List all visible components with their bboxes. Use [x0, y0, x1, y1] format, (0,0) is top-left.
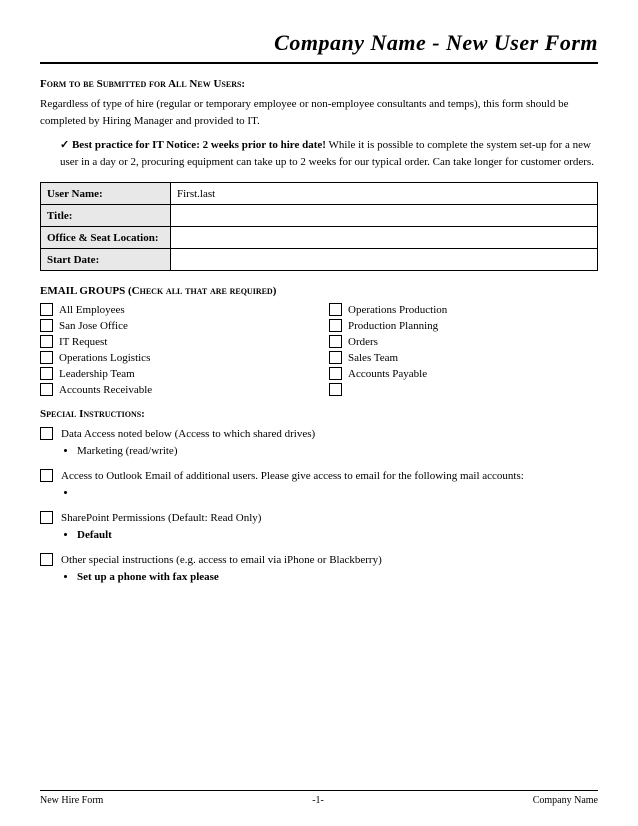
footer-left: New Hire Form: [40, 795, 103, 806]
email-groups-section: EMAIL GROUPS (Check all that are require…: [40, 285, 598, 396]
table-value-cell: [171, 205, 598, 227]
page-title: Company Name - New User Form: [40, 30, 598, 64]
table-value-cell: [171, 249, 598, 271]
table-value-cell: First.last: [171, 183, 598, 205]
checkbox[interactable]: [40, 335, 53, 348]
email-group-label: Accounts Payable: [348, 368, 427, 380]
special-instruction-item: Other special instructions (e.g. access …: [40, 552, 598, 586]
email-group-label: Leadership Team: [59, 368, 135, 380]
email-group-item[interactable]: [329, 383, 598, 396]
checkbox[interactable]: [40, 553, 53, 566]
email-group-item[interactable]: Accounts Payable: [329, 367, 598, 380]
checkbox[interactable]: [329, 383, 342, 396]
email-group-label: Sales Team: [348, 352, 398, 364]
checkbox[interactable]: [40, 427, 53, 440]
email-group-item[interactable]: Accounts Receivable: [40, 383, 309, 396]
table-label-cell: Start Date:: [41, 249, 171, 271]
special-item-text: Data Access noted below (Access to which…: [61, 428, 315, 440]
special-item-content: SharePoint Permissions (Default: Read On…: [61, 510, 598, 544]
email-group-item[interactable]: All Employees: [40, 303, 309, 316]
checkbox[interactable]: [329, 303, 342, 316]
checkbox[interactable]: [329, 367, 342, 380]
email-group-item[interactable]: Production Planning: [329, 319, 598, 332]
table-row: Office & Seat Location:: [41, 227, 598, 249]
checkbox[interactable]: [40, 303, 53, 316]
table-label-cell: User Name:: [41, 183, 171, 205]
email-group-label: Production Planning: [348, 320, 438, 332]
checkbox[interactable]: [40, 367, 53, 380]
email-group-item[interactable]: Sales Team: [329, 351, 598, 364]
email-group-label: Orders: [348, 336, 378, 348]
email-group-label: Accounts Receivable: [59, 384, 152, 396]
email-group-label: IT Request: [59, 336, 107, 348]
special-item-bullet: Marketing (read/write): [77, 443, 598, 461]
special-item-content: Data Access noted below (Access to which…: [61, 426, 598, 460]
table-value-cell: [171, 227, 598, 249]
best-practice-highlight: 2 weeks prior to hire date!: [203, 139, 326, 151]
checkbox[interactable]: [329, 319, 342, 332]
email-group-label: All Employees: [59, 304, 125, 316]
best-practice-checkmark: ✓: [60, 139, 72, 151]
special-item-bullet: Default: [77, 527, 598, 545]
special-item-bullet: Set up a phone with fax please: [77, 569, 598, 587]
checkbox[interactable]: [40, 511, 53, 524]
form-header: Form to be Submitted for All New Users:: [40, 78, 598, 90]
special-instructions-header: Special Instructions:: [40, 408, 598, 420]
special-item-bullet: [77, 485, 598, 503]
special-instruction-item: Data Access noted below (Access to which…: [40, 426, 598, 460]
footer-right: Company Name: [533, 795, 598, 806]
email-group-item[interactable]: Operations Logistics: [40, 351, 309, 364]
email-group-label: San Jose Office: [59, 320, 128, 332]
special-item-text: Other special instructions (e.g. access …: [61, 554, 382, 566]
best-practice-label: Best practice for IT Notice:: [72, 139, 200, 151]
email-group-label: Operations Production: [348, 304, 447, 316]
special-item-content: Other special instructions (e.g. access …: [61, 552, 598, 586]
footer-center: -1-: [312, 795, 324, 806]
email-groups-right-col: Operations Production Production Planning…: [329, 303, 598, 396]
page-footer: New Hire Form -1- Company Name: [40, 790, 598, 806]
email-group-item[interactable]: Orders: [329, 335, 598, 348]
table-row: Start Date:: [41, 249, 598, 271]
email-group-item[interactable]: Operations Production: [329, 303, 598, 316]
table-label-cell: Title:: [41, 205, 171, 227]
email-group-item[interactable]: Leadership Team: [40, 367, 309, 380]
table-label-cell: Office & Seat Location:: [41, 227, 171, 249]
email-groups-grid: All Employees San Jose Office IT Request Op…: [40, 303, 598, 396]
special-instructions-section: Special Instructions: Data Access noted …: [40, 408, 598, 586]
user-info-table: User Name:First.lastTitle:Office & Seat …: [40, 182, 598, 271]
checkbox[interactable]: [40, 351, 53, 364]
table-row: Title:: [41, 205, 598, 227]
checkbox[interactable]: [329, 351, 342, 364]
special-instruction-item: SharePoint Permissions (Default: Read On…: [40, 510, 598, 544]
special-item-text: SharePoint Permissions (Default: Read On…: [61, 512, 261, 524]
best-practice: ✓ Best practice for IT Notice: 2 weeks p…: [60, 137, 598, 170]
email-group-item[interactable]: San Jose Office: [40, 319, 309, 332]
table-row: User Name:First.last: [41, 183, 598, 205]
checkbox[interactable]: [40, 319, 53, 332]
intro-text: Regardless of type of hire (regular or t…: [40, 96, 598, 129]
email-groups-header: EMAIL GROUPS (Check all that are require…: [40, 285, 598, 297]
email-groups-left-col: All Employees San Jose Office IT Request Op…: [40, 303, 309, 396]
checkbox[interactable]: [40, 383, 53, 396]
special-instruction-item: Access to Outlook Email of additional us…: [40, 468, 598, 502]
special-item-text: Access to Outlook Email of additional us…: [61, 470, 524, 482]
checkbox[interactable]: [329, 335, 342, 348]
checkbox[interactable]: [40, 469, 53, 482]
email-group-item[interactable]: IT Request: [40, 335, 309, 348]
special-item-content: Access to Outlook Email of additional us…: [61, 468, 598, 502]
email-group-label: Operations Logistics: [59, 352, 150, 364]
